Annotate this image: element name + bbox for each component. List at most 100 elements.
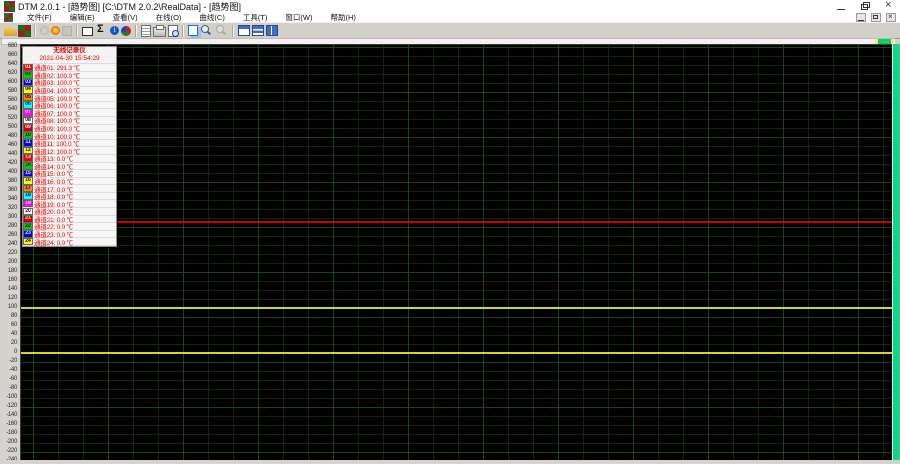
y-tick-label: -160: [0, 421, 17, 428]
vertical-scrollbar[interactable]: [892, 44, 900, 460]
y-tick-label: -100: [0, 394, 17, 401]
y-tick-label: 680: [0, 43, 17, 50]
y-tick-label: 160: [0, 277, 17, 284]
channel-color-swatch: 02: [24, 72, 32, 78]
y-tick-label: 440: [0, 151, 17, 158]
channel-color-swatch: 19: [24, 201, 32, 207]
y-tick-label: 300: [0, 214, 17, 221]
legend-title: 无线记录仪: [23, 47, 116, 55]
pie-chart-icon[interactable]: [121, 26, 131, 36]
channel-color-swatch: 24: [24, 239, 32, 245]
restore-button[interactable]: [860, 2, 870, 11]
y-tick-label: 20: [0, 340, 17, 347]
channel-line: [21, 307, 894, 309]
child-restore-button[interactable]: [871, 13, 881, 22]
y-tick-label: 280: [0, 223, 17, 230]
y-tick-label: 620: [0, 70, 17, 77]
toolbar-separator: [182, 25, 184, 37]
y-tick-label: 320: [0, 205, 17, 212]
channel-color-swatch: 04: [24, 87, 32, 93]
y-tick-label: 140: [0, 286, 17, 293]
info-icon[interactable]: [110, 26, 119, 35]
tile-horizontal-icon[interactable]: [252, 25, 264, 36]
zoom-in-icon[interactable]: [200, 25, 213, 36]
y-tick-label: 340: [0, 196, 17, 203]
y-tick-label: 460: [0, 142, 17, 149]
y-tick-label: 480: [0, 133, 17, 140]
minimize-button[interactable]: [836, 2, 846, 11]
copy-curve-icon[interactable]: [188, 25, 198, 36]
plot-area[interactable]: 无线记录仪 2021-04-30 15:54:29 01通道01: 291.3 …: [20, 44, 894, 460]
channel-color-swatch: 22: [24, 224, 32, 230]
toolbar-separator: [135, 25, 137, 37]
open-file-icon[interactable]: [4, 25, 17, 36]
y-tick-label: 80: [0, 313, 17, 320]
channel-color-swatch: 21: [24, 216, 32, 222]
y-tick-label: 360: [0, 187, 17, 194]
y-tick-label: -20: [0, 358, 17, 365]
toolbar-separator: [76, 25, 78, 37]
channel-legend: 无线记录仪 2021-04-30 15:54:29 01通道01: 291.3 …: [22, 46, 117, 247]
y-tick-label: -200: [0, 439, 17, 446]
print-preview-icon[interactable]: [168, 25, 178, 37]
app-icon: [5, 2, 14, 11]
y-tick-label: 380: [0, 178, 17, 185]
report-icon[interactable]: [141, 25, 151, 37]
bottom-strip: [0, 460, 900, 464]
y-tick-label: 60: [0, 322, 17, 329]
child-minimize-button[interactable]: [856, 13, 866, 22]
channel-color-swatch: 17: [24, 186, 32, 192]
channel-color-swatch: 09: [24, 125, 32, 131]
channel-color-swatch: 10: [24, 133, 32, 139]
y-tick-label: 180: [0, 268, 17, 275]
y-tick-label: 200: [0, 259, 17, 266]
channel-color-swatch: 13: [24, 155, 32, 161]
y-tick-label: 660: [0, 52, 17, 59]
y-tick-label: -220: [0, 448, 17, 455]
y-tick-label: -80: [0, 385, 17, 392]
channel-color-swatch: 05: [24, 95, 32, 101]
y-tick-label: 500: [0, 124, 17, 131]
channel-color-swatch: 12: [24, 148, 32, 154]
rectangle-icon[interactable]: [82, 27, 93, 36]
channel-color-swatch: 03: [24, 80, 32, 86]
y-tick-label: 600: [0, 79, 17, 86]
y-tick-label: 260: [0, 232, 17, 239]
y-tick-label: 400: [0, 169, 17, 176]
y-tick-label: 100: [0, 304, 17, 311]
y-tick-label: 40: [0, 331, 17, 338]
record-icon[interactable]: [51, 26, 60, 35]
channel-line: [21, 221, 894, 223]
print-icon[interactable]: [153, 27, 166, 37]
channel-color-swatch: 06: [24, 102, 32, 108]
channel-color-swatch: 23: [24, 231, 32, 237]
y-tick-label: 640: [0, 61, 17, 68]
toolbar-separator: [34, 25, 36, 37]
channel-color-swatch: 07: [24, 110, 32, 116]
pause-icon[interactable]: [62, 26, 72, 36]
channel-color-swatch: 15: [24, 171, 32, 177]
menu-bar: 文件(F)编辑(E)查看(V)在线(O)曲线(C)工具(T)窗口(W)帮助(H): [0, 13, 900, 22]
y-tick-label: 520: [0, 115, 17, 122]
y-tick-label: 240: [0, 241, 17, 248]
tile-vertical-icon[interactable]: [266, 25, 278, 36]
child-close-button[interactable]: [886, 13, 896, 22]
child-window-icon[interactable]: [5, 14, 12, 21]
y-tick-label: 0: [0, 349, 17, 356]
y-tick-label: -60: [0, 376, 17, 383]
channel-color-swatch: 11: [24, 140, 32, 146]
sum-icon[interactable]: [95, 25, 108, 36]
close-button[interactable]: [884, 2, 894, 11]
zoom-out-icon[interactable]: [215, 25, 228, 36]
channel-color-swatch: 08: [24, 118, 32, 124]
toolbar: [0, 22, 900, 39]
channel-color-swatch: 14: [24, 163, 32, 169]
stop-icon[interactable]: [40, 26, 49, 35]
channel-value-label: 通道24: 0.0 ℃: [34, 237, 73, 247]
trend-chart: 6806606406206005805605405205004804604404…: [0, 44, 900, 460]
cascade-windows-icon[interactable]: [238, 25, 250, 36]
y-tick-label: -140: [0, 412, 17, 419]
y-axis: 6806606406206005805605405205004804604404…: [0, 44, 20, 460]
dataset-icon[interactable]: [19, 26, 30, 36]
y-tick-label: 420: [0, 160, 17, 167]
